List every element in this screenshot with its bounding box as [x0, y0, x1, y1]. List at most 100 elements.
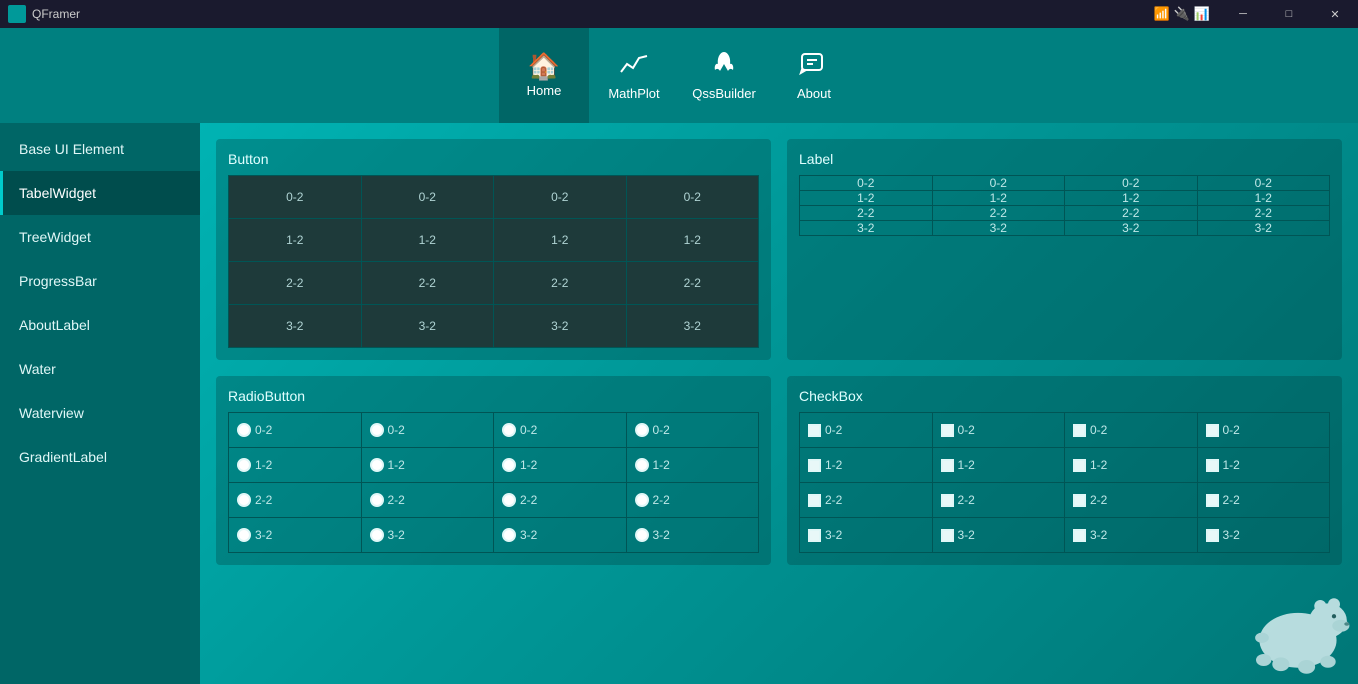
button-cell-3-0[interactable]: 3-2 — [229, 305, 361, 347]
label-grid: 0-20-20-20-21-21-21-21-22-22-22-22-23-23… — [799, 175, 1330, 236]
sidebar-item-gradient-label[interactable]: GradientLabel — [0, 435, 200, 479]
radio-button-indicator — [502, 423, 516, 437]
maximize-button[interactable]: □ — [1266, 0, 1312, 28]
label-cell-3-1: 3-2 — [932, 221, 1065, 236]
button-cell-3-2[interactable]: 3-2 — [494, 305, 626, 347]
mathplot-icon — [619, 50, 649, 82]
checkbox-indicator — [1073, 459, 1086, 472]
button-cell-0-3[interactable]: 0-2 — [627, 176, 759, 218]
checkbox-indicator — [1073, 424, 1086, 437]
sidebar-item-base-ui-element[interactable]: Base UI Element — [0, 127, 200, 171]
checkbox-cell-1-2[interactable]: 1-2 — [1065, 448, 1197, 482]
label-cell-1-1: 1-2 — [932, 191, 1065, 206]
checkbox-indicator — [941, 424, 954, 437]
sidebar-item-waterview[interactable]: Waterview — [0, 391, 200, 435]
radio-cell-2-3[interactable]: 2-2 — [627, 483, 759, 517]
checkbox-indicator — [941, 529, 954, 542]
checkbox-cell-1-0[interactable]: 1-2 — [800, 448, 932, 482]
checkbox-cell-3-3[interactable]: 3-2 — [1198, 518, 1330, 552]
checkbox-indicator — [1206, 529, 1219, 542]
checkbox-cell-3-0[interactable]: 3-2 — [800, 518, 932, 552]
app-title: QFramer — [32, 7, 80, 21]
sidebar-item-tree-widget[interactable]: TreeWidget — [0, 215, 200, 259]
label-panel: Label 0-20-20-20-21-21-21-21-22-22-22-22… — [787, 139, 1342, 360]
radio-button-indicator — [502, 458, 516, 472]
button-cell-3-1[interactable]: 3-2 — [362, 305, 494, 347]
radio-cell-1-2[interactable]: 1-2 — [494, 448, 626, 482]
bottom-panels-row: RadioButton 0-2 0-2 0-2 0-2 1-2 1-2 1-2 … — [216, 376, 1342, 565]
button-cell-2-0[interactable]: 2-2 — [229, 262, 361, 304]
content-area: Button 0-20-20-20-21-21-21-21-22-22-22-2… — [200, 123, 1358, 684]
radio-cell-3-0[interactable]: 3-2 — [229, 518, 361, 552]
button-cell-2-1[interactable]: 2-2 — [362, 262, 494, 304]
label-panel-title: Label — [799, 151, 1330, 167]
radio-cell-1-0[interactable]: 1-2 — [229, 448, 361, 482]
button-cell-3-3[interactable]: 3-2 — [627, 305, 759, 347]
nav-home[interactable]: 🏠 Home — [499, 28, 589, 123]
checkbox-cell-1-3[interactable]: 1-2 — [1198, 448, 1330, 482]
button-cell-1-2[interactable]: 1-2 — [494, 219, 626, 261]
sidebar-item-tabel-widget[interactable]: TabelWidget — [0, 171, 200, 215]
radio-cell-3-3[interactable]: 3-2 — [627, 518, 759, 552]
button-cell-0-0[interactable]: 0-2 — [229, 176, 361, 218]
checkbox-cell-1-1[interactable]: 1-2 — [933, 448, 1065, 482]
radio-cell-0-0[interactable]: 0-2 — [229, 413, 361, 447]
wifi-icon: 📶 — [1153, 6, 1169, 22]
checkbox-cell-2-3[interactable]: 2-2 — [1198, 483, 1330, 517]
checkbox-indicator — [1206, 459, 1219, 472]
plug-icon: 🔌 — [1174, 6, 1190, 22]
close-button[interactable]: ✕ — [1312, 0, 1358, 28]
checkbox-indicator — [1206, 424, 1219, 437]
radio-button-indicator — [237, 493, 251, 507]
checkbox-grid: 0-2 0-2 0-2 0-2 1-2 1-2 1-2 1-2 2-2 2-2 … — [799, 412, 1330, 553]
top-panels-row: Button 0-20-20-20-21-21-21-21-22-22-22-2… — [216, 139, 1342, 360]
polar-bear-decoration — [1238, 576, 1358, 684]
checkbox-cell-0-2[interactable]: 0-2 — [1065, 413, 1197, 447]
checkbox-cell-0-3[interactable]: 0-2 — [1198, 413, 1330, 447]
radio-cell-2-1[interactable]: 2-2 — [362, 483, 494, 517]
radio-cell-2-0[interactable]: 2-2 — [229, 483, 361, 517]
radio-cell-1-1[interactable]: 1-2 — [362, 448, 494, 482]
radio-button-indicator — [237, 423, 251, 437]
checkbox-cell-0-1[interactable]: 0-2 — [933, 413, 1065, 447]
checkbox-cell-3-2[interactable]: 3-2 — [1065, 518, 1197, 552]
radio-cell-0-1[interactable]: 0-2 — [362, 413, 494, 447]
sidebar-item-water[interactable]: Water — [0, 347, 200, 391]
radio-cell-3-2[interactable]: 3-2 — [494, 518, 626, 552]
home-icon: 🏠 — [528, 53, 560, 79]
checkbox-cell-2-0[interactable]: 2-2 — [800, 483, 932, 517]
radio-cell-1-3[interactable]: 1-2 — [627, 448, 759, 482]
mathplot-label: MathPlot — [608, 86, 659, 101]
radio-cell-0-2[interactable]: 0-2 — [494, 413, 626, 447]
button-panel-title: Button — [228, 151, 759, 167]
radio-cell-0-3[interactable]: 0-2 — [627, 413, 759, 447]
button-panel: Button 0-20-20-20-21-21-21-21-22-22-22-2… — [216, 139, 771, 360]
checkbox-cell-0-0[interactable]: 0-2 — [800, 413, 932, 447]
button-cell-1-0[interactable]: 1-2 — [229, 219, 361, 261]
checkbox-cell-2-1[interactable]: 2-2 — [933, 483, 1065, 517]
checkbox-cell-2-2[interactable]: 2-2 — [1065, 483, 1197, 517]
checkbox-indicator — [808, 494, 821, 507]
radio-cell-2-2[interactable]: 2-2 — [494, 483, 626, 517]
nav-about[interactable]: About — [769, 28, 859, 123]
radio-cell-3-1[interactable]: 3-2 — [362, 518, 494, 552]
checkbox-cell-3-1[interactable]: 3-2 — [933, 518, 1065, 552]
minimize-button[interactable]: ─ — [1220, 0, 1266, 28]
checkbox-panel-title: CheckBox — [799, 388, 1330, 404]
checkbox-indicator — [941, 494, 954, 507]
label-cell-2-2: 2-2 — [1065, 206, 1198, 221]
button-cell-1-3[interactable]: 1-2 — [627, 219, 759, 261]
sidebar-item-about-label[interactable]: AboutLabel — [0, 303, 200, 347]
button-cell-1-1[interactable]: 1-2 — [362, 219, 494, 261]
radio-button-indicator — [502, 493, 516, 507]
sidebar-item-progress-bar[interactable]: ProgressBar — [0, 259, 200, 303]
button-cell-0-1[interactable]: 0-2 — [362, 176, 494, 218]
nav-mathplot[interactable]: MathPlot — [589, 28, 679, 123]
nav-qssbuilder[interactable]: QssBuilder — [679, 28, 769, 123]
button-cell-2-3[interactable]: 2-2 — [627, 262, 759, 304]
button-cell-0-2[interactable]: 0-2 — [494, 176, 626, 218]
radio-button-indicator — [370, 423, 384, 437]
radio-button-indicator — [370, 458, 384, 472]
radio-button-indicator — [635, 493, 649, 507]
button-cell-2-2[interactable]: 2-2 — [494, 262, 626, 304]
